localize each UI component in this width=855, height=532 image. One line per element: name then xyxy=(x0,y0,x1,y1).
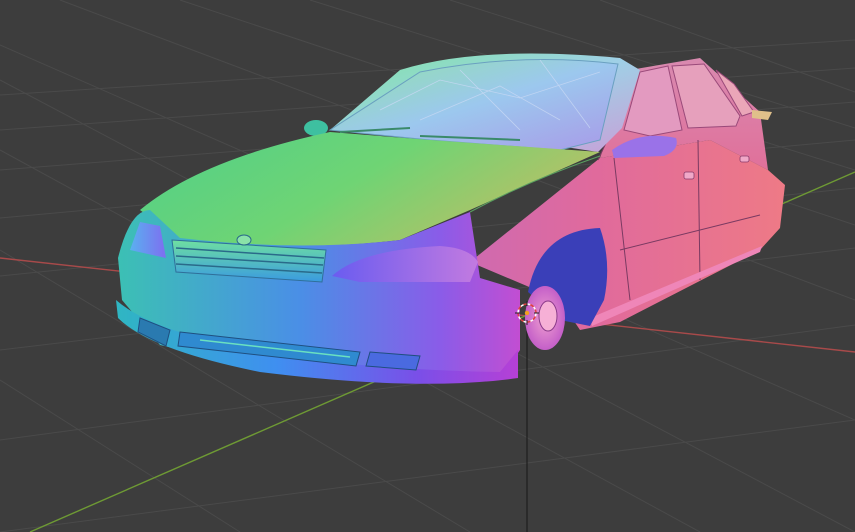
door-handle-rear xyxy=(739,155,750,163)
door-handle-front xyxy=(683,171,695,180)
3d-viewport[interactable] xyxy=(0,0,855,532)
car-icon[interactable] xyxy=(116,53,785,384)
front-wheel-hub xyxy=(538,300,558,332)
viewport-scene xyxy=(0,0,855,532)
